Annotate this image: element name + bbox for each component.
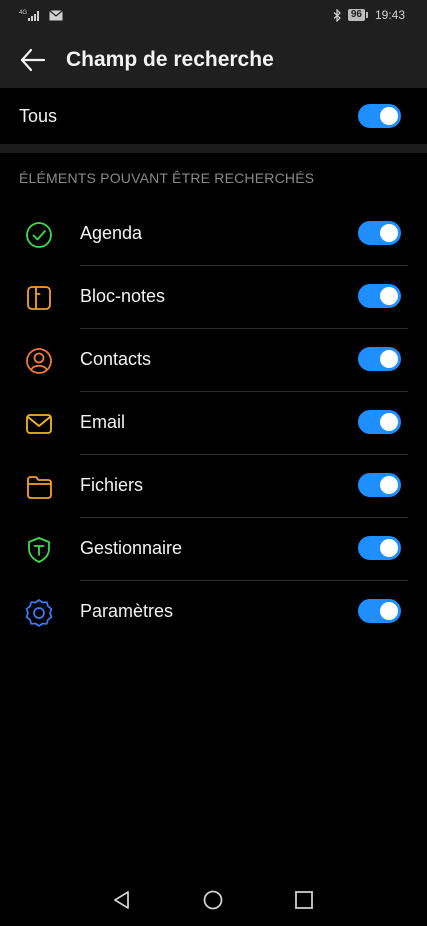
item-label: Email xyxy=(80,412,126,432)
toggle-knob xyxy=(380,107,398,125)
item-label: Gestionnaire xyxy=(80,538,183,558)
back-button[interactable] xyxy=(18,45,48,75)
status-right: 96 19:43 xyxy=(333,8,405,22)
all-label: Tous xyxy=(19,106,58,126)
item-label: Fichiers xyxy=(80,475,144,495)
signal-icon: 4G xyxy=(19,10,39,21)
toggle-knob xyxy=(380,539,398,557)
item-label: Bloc-notes xyxy=(80,286,166,306)
folder-icon xyxy=(27,476,52,499)
item-label: Agenda xyxy=(80,223,143,243)
back-triangle-icon xyxy=(114,891,129,909)
list-item-agenda[interactable]: Agenda xyxy=(0,203,427,266)
gestionnaire-toggle[interactable] xyxy=(358,536,401,560)
app-bar: Champ de recherche xyxy=(0,32,427,88)
list-item-fichiers[interactable]: Fichiers xyxy=(0,455,427,518)
notes-icon xyxy=(27,286,51,310)
shield-icon xyxy=(28,537,50,563)
all-toggle-switch[interactable] xyxy=(358,104,401,128)
nav-recents-button[interactable] xyxy=(292,888,316,912)
list-item-bloc-notes[interactable]: Bloc-notes xyxy=(0,266,427,329)
item-label: Paramètres xyxy=(80,601,174,621)
toggle-knob xyxy=(380,224,398,242)
bluetooth-icon xyxy=(333,8,341,22)
parametres-toggle[interactable] xyxy=(358,599,401,623)
toggle-knob xyxy=(380,476,398,494)
toggle-knob xyxy=(380,413,398,431)
section-header: ÉLÉMENTS POUVANT ÊTRE RECHERCHÉS xyxy=(19,170,315,186)
item-label: Contacts xyxy=(80,349,152,369)
all-toggle-row[interactable]: Tous xyxy=(0,88,427,144)
section-separator xyxy=(0,144,427,153)
mail-icon xyxy=(49,9,63,20)
list-item-contacts[interactable]: Contacts xyxy=(0,329,427,392)
arrow-left-icon xyxy=(20,48,46,72)
battery-icon: 96 xyxy=(347,9,369,21)
page-title: Champ de recherche xyxy=(66,48,274,71)
email-icon xyxy=(26,414,52,434)
fichiers-toggle[interactable] xyxy=(358,473,401,497)
agenda-icon xyxy=(26,222,52,248)
settings-icon xyxy=(25,599,53,627)
home-circle-icon xyxy=(203,890,223,910)
contacts-toggle[interactable] xyxy=(358,347,401,371)
svg-text:4G: 4G xyxy=(19,10,27,16)
list-item-email[interactable]: Email xyxy=(0,392,427,455)
list-item-gestionnaire[interactable]: Gestionnaire xyxy=(0,518,427,581)
status-left: 4G xyxy=(19,8,63,22)
clock: 19:43 xyxy=(374,8,405,22)
searchable-items-list: Agenda Bloc-notes Contacts Email Fichier… xyxy=(0,203,427,644)
navigation-bar xyxy=(0,874,427,926)
agenda-toggle[interactable] xyxy=(358,221,401,245)
toggle-knob xyxy=(380,287,398,305)
contacts-icon xyxy=(26,348,52,374)
email-toggle[interactable] xyxy=(358,410,401,434)
list-item-parametres[interactable]: Paramètres xyxy=(0,581,427,644)
status-bar: 4G 96 19:43 xyxy=(0,0,427,32)
toggle-knob xyxy=(380,350,398,368)
nav-home-button[interactable] xyxy=(201,888,225,912)
toggle-knob xyxy=(380,602,398,620)
bloc-notes-toggle[interactable] xyxy=(358,284,401,308)
recents-square-icon xyxy=(295,891,313,909)
nav-back-button[interactable] xyxy=(110,888,134,912)
